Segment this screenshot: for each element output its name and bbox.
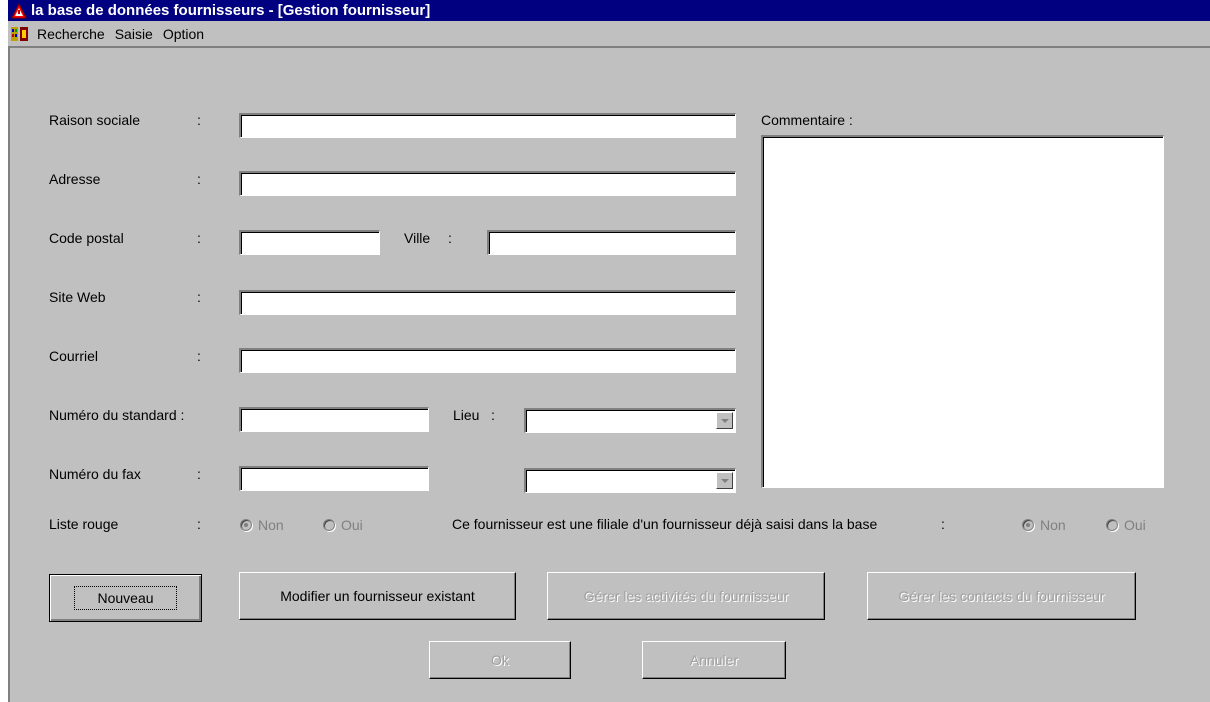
menu-saisie[interactable]: Saisie: [110, 26, 158, 42]
chevron-down-icon: [720, 478, 729, 483]
fax-lieu-combo[interactable]: [524, 468, 736, 493]
filiale-colon: :: [941, 516, 945, 532]
lieu-colon: :: [491, 407, 495, 423]
numero-standard-label: Numéro du standard :: [49, 407, 185, 423]
ville-colon: :: [448, 230, 452, 246]
site-web-label: Site Web: [49, 289, 106, 305]
numero-fax-input[interactable]: [239, 466, 429, 491]
commentaire-textarea[interactable]: [761, 135, 1164, 488]
courriel-label: Courriel: [49, 348, 99, 364]
annuler-button[interactable]: Annuler: [642, 641, 786, 679]
gerer-activites-button[interactable]: Gérer les activités du fournisseur: [547, 572, 825, 620]
numero-fax-label: Numéro du fax: [49, 466, 141, 482]
numero-standard-input[interactable]: [239, 407, 429, 432]
mdi-child-icon[interactable]: [11, 26, 29, 42]
filiale-non-label: Non: [1040, 517, 1066, 533]
ville-input[interactable]: [487, 230, 736, 255]
chevron-down-icon: [720, 418, 729, 423]
raison-sociale-colon: :: [197, 112, 201, 128]
liste-rouge-non-label: Non: [258, 517, 284, 533]
lieu-combo[interactable]: [524, 408, 736, 433]
code-postal-colon: :: [197, 230, 201, 246]
radio-selected-icon: [240, 519, 252, 531]
menu-recherche[interactable]: Recherche: [32, 26, 110, 42]
site-web-input[interactable]: [239, 290, 736, 315]
window-title: la base de données fournisseurs - [Gesti…: [31, 2, 431, 19]
filiale-oui-label: Oui: [1124, 517, 1146, 533]
liste-rouge-label: Liste rouge: [49, 516, 119, 532]
raison-sociale-input[interactable]: [239, 113, 736, 138]
code-postal-input[interactable]: [239, 230, 380, 255]
adresse-input[interactable]: [239, 171, 736, 196]
filiale-label: Ce fournisseur est une filiale d'un four…: [452, 516, 878, 532]
app-warning-icon: [11, 2, 27, 18]
liste-rouge-non-radio[interactable]: Non: [240, 517, 284, 533]
modifier-fournisseur-button[interactable]: Modifier un fournisseur existant: [239, 572, 516, 620]
adresse-colon: :: [197, 171, 201, 187]
nouveau-button[interactable]: Nouveau: [49, 574, 202, 622]
radio-unselected-icon: [1106, 519, 1118, 531]
ville-label: Ville: [404, 230, 431, 246]
commentaire-label: Commentaire :: [761, 112, 853, 128]
liste-rouge-colon: :: [197, 516, 201, 532]
radio-unselected-icon: [323, 519, 335, 531]
ok-button[interactable]: Ok: [429, 641, 571, 679]
code-postal-label: Code postal: [49, 230, 124, 246]
menu-option[interactable]: Option: [158, 26, 209, 42]
filiale-oui-radio[interactable]: Oui: [1106, 517, 1146, 533]
fax-lieu-dropdown-button[interactable]: [716, 472, 733, 489]
numero-fax-colon: :: [197, 466, 201, 482]
raison-sociale-label: Raison sociale: [49, 112, 141, 128]
courriel-colon: :: [197, 348, 201, 364]
title-bar[interactable]: la base de données fournisseurs - [Gesti…: [8, 0, 1210, 21]
radio-selected-icon: [1022, 519, 1034, 531]
liste-rouge-oui-radio[interactable]: Oui: [323, 517, 363, 533]
adresse-label: Adresse: [49, 171, 101, 187]
gerer-contacts-button[interactable]: Gérer les contacts du fournisseur: [867, 572, 1136, 620]
courriel-input[interactable]: [239, 348, 736, 373]
site-web-colon: :: [197, 289, 201, 305]
menu-bar: Recherche Saisie Option: [8, 21, 1210, 46]
lieu-dropdown-button[interactable]: [716, 412, 733, 429]
nouveau-button-label: Nouveau: [74, 586, 177, 610]
filiale-non-radio[interactable]: Non: [1022, 517, 1066, 533]
liste-rouge-oui-label: Oui: [341, 517, 363, 533]
form-panel: Raison sociale : Adresse : Code postal :…: [8, 46, 1210, 702]
lieu-label: Lieu: [453, 407, 480, 423]
